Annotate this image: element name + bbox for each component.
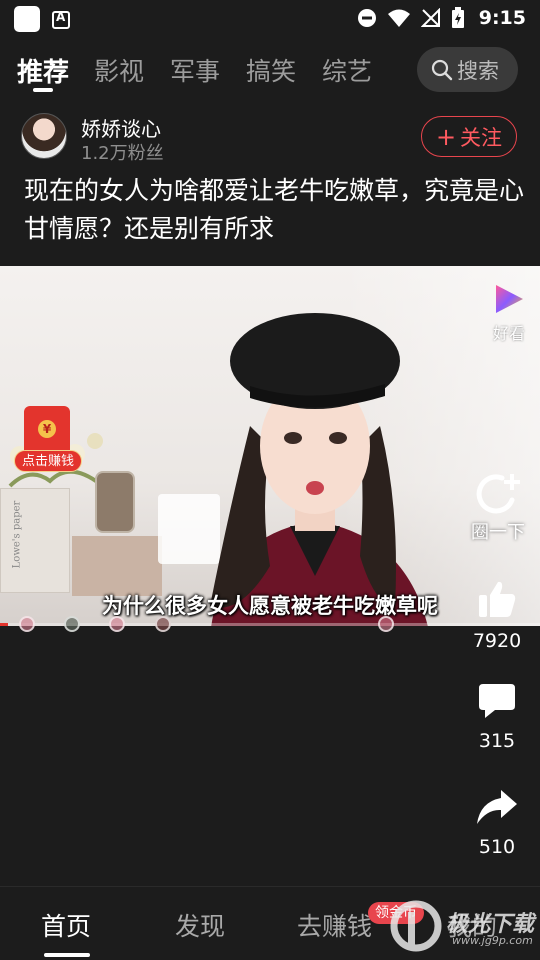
author-name[interactable]: 娇娇谈心 xyxy=(81,113,161,142)
haokan-logo: 好看 xyxy=(486,282,532,344)
progress-fill xyxy=(0,623,9,626)
circle-plus-icon xyxy=(476,474,520,514)
timeline-marker[interactable] xyxy=(64,616,80,632)
status-bar: 9:15 xyxy=(0,0,540,38)
nav-discover[interactable]: 发现 xyxy=(175,907,225,943)
circle-share-button[interactable]: 圈一下 xyxy=(468,470,528,544)
red-packet-label: 点击赚钱 xyxy=(14,450,82,472)
share-arrow-icon xyxy=(477,790,517,824)
thumbs-up-icon xyxy=(479,581,516,617)
tab-military[interactable]: 军事 xyxy=(170,52,220,88)
search-label: 搜索 xyxy=(457,58,499,83)
watermark-logo-icon xyxy=(390,900,442,952)
search-button[interactable]: 搜索 xyxy=(417,47,518,92)
post-title[interactable]: 现在的女人为啥都爱让老牛吃嫩草，究竟是心甘情愿？还是别有所求 xyxy=(24,172,524,248)
like-count: 7920 xyxy=(472,630,522,652)
clock: 9:15 xyxy=(478,7,526,29)
timeline-marker[interactable] xyxy=(109,616,125,632)
app-notification-icon xyxy=(14,6,40,32)
follow-button[interactable]: + 关注 xyxy=(421,116,517,157)
timeline-marker[interactable] xyxy=(378,616,394,632)
coin-icon: ¥ xyxy=(38,420,56,438)
decor-box xyxy=(72,536,162,596)
watermark-site: www.jg9p.com xyxy=(452,934,533,947)
tab-funny[interactable]: 搞笑 xyxy=(246,52,296,88)
haokan-play-icon xyxy=(496,285,523,313)
do-not-disturb-icon xyxy=(357,9,376,27)
comment-bubble-icon xyxy=(479,684,515,718)
comment-count: 315 xyxy=(478,730,516,752)
follow-label: 关注 xyxy=(460,125,503,150)
box-label: Lowe's paper xyxy=(11,500,23,569)
fan-count: 1.2万粉丝 xyxy=(81,143,164,164)
tab-film[interactable]: 影视 xyxy=(94,52,144,88)
share-button[interactable]: 510 xyxy=(462,788,532,858)
tab-variety[interactable]: 综艺 xyxy=(322,52,372,88)
battery-charging-icon xyxy=(451,7,464,28)
video-subtitle: 为什么很多女人愿意被老牛吃嫩草呢 xyxy=(102,594,438,618)
no-signal-icon xyxy=(420,8,440,27)
nav-home[interactable]: 首页 xyxy=(41,907,91,943)
red-packet-button[interactable]: ¥ 点击赚钱 xyxy=(14,406,82,474)
haokan-label: 好看 xyxy=(492,324,525,343)
watermark: 极光下载 www.jg9p.com xyxy=(388,896,538,956)
tab-recommend[interactable]: 推荐 xyxy=(17,52,69,89)
search-icon xyxy=(431,59,453,80)
candle-jar xyxy=(95,471,135,533)
presenter-figure xyxy=(210,313,428,626)
wifi-icon xyxy=(387,9,410,27)
circle-share-label: 圈一下 xyxy=(471,522,525,543)
keyboard-notification-icon xyxy=(52,10,70,29)
like-button[interactable]: 7920 xyxy=(462,578,532,652)
gift-box: Lowe's paper xyxy=(0,488,70,593)
comment-button[interactable]: 315 xyxy=(462,682,532,752)
nav-earn[interactable]: 去赚钱 xyxy=(297,907,372,943)
active-nav-indicator xyxy=(44,953,90,957)
active-tab-indicator xyxy=(33,88,53,92)
video-progress-bar[interactable] xyxy=(0,623,540,626)
timeline-marker[interactable] xyxy=(155,616,171,632)
avatar[interactable] xyxy=(21,113,67,159)
share-count: 510 xyxy=(478,836,516,858)
plus-icon: + xyxy=(435,122,457,151)
timeline-marker[interactable] xyxy=(19,616,35,632)
